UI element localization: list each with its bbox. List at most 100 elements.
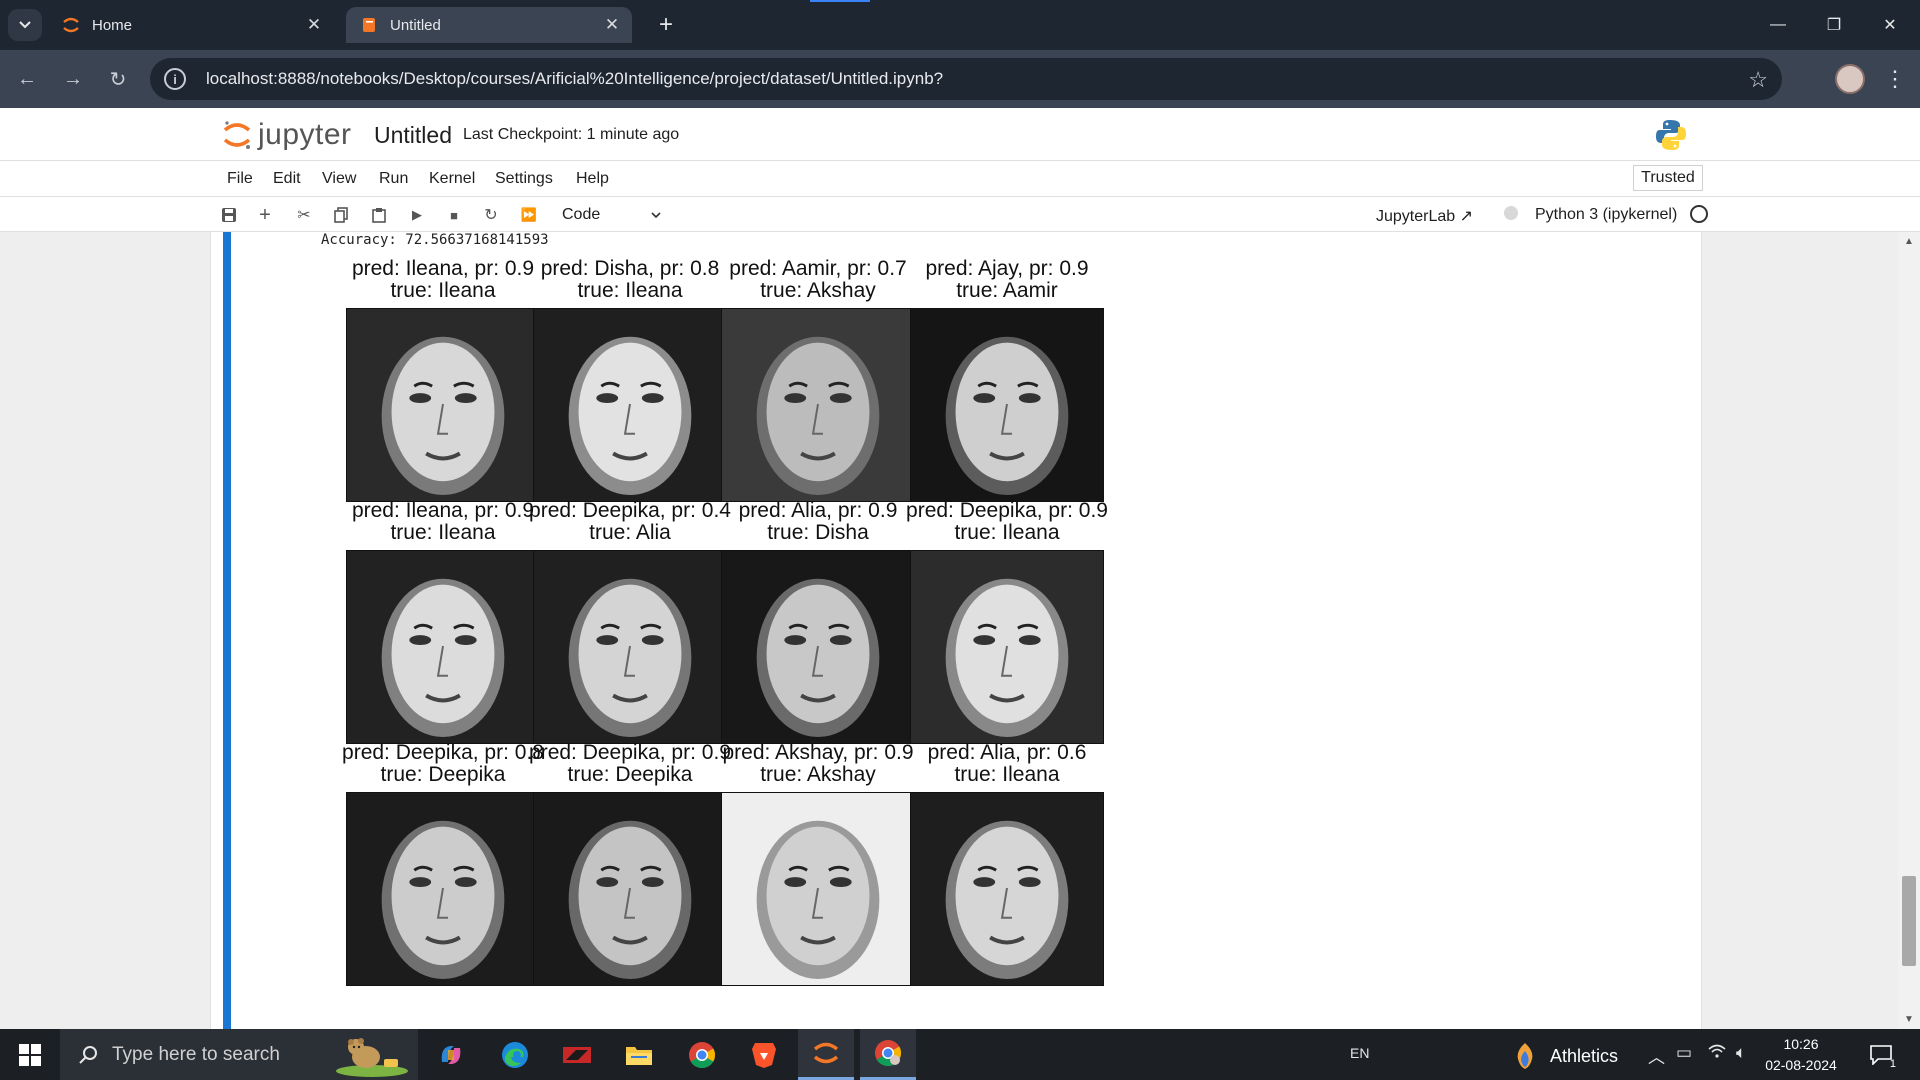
- forward-button[interactable]: →: [58, 64, 88, 94]
- close-icon[interactable]: ✕: [304, 15, 324, 35]
- close-window-button[interactable]: ✕: [1862, 0, 1918, 50]
- face-image: [533, 792, 727, 986]
- notebook-panel[interactable]: Accuracy: 72.56637168141593 pred: Ileana…: [0, 232, 1920, 1029]
- scrollbar-thumb[interactable]: [1902, 876, 1916, 966]
- jupyterlab-link-label: JupyterLab: [1376, 208, 1456, 225]
- language-indicator[interactable]: EN: [1350, 1045, 1369, 1061]
- face-image: [910, 550, 1104, 744]
- notebook-toolbar: + ✂ ▶ ■ ↻ ⏩ Code JupyterLab ↗ Python 3 (…: [0, 196, 1920, 232]
- menu-run[interactable]: Run: [379, 170, 408, 188]
- new-tab-button[interactable]: +: [652, 11, 680, 39]
- menu-edit[interactable]: Edit: [273, 170, 301, 188]
- face-image: [721, 550, 915, 744]
- face-image: [721, 792, 915, 986]
- back-button[interactable]: ←: [12, 64, 42, 94]
- stop-icon[interactable]: ■: [443, 204, 465, 226]
- page-scrollbar[interactable]: ▲ ▼: [1898, 232, 1920, 1029]
- media-app-icon[interactable]: [549, 1029, 605, 1080]
- active-cell-indicator[interactable]: [223, 232, 231, 1029]
- brave-app-icon[interactable]: [736, 1029, 792, 1080]
- prediction-title: pred: Alia, pr: 0.6 true: Ileana: [887, 742, 1127, 786]
- face-image: [910, 792, 1104, 986]
- search-highlight-illustration: [336, 1038, 408, 1077]
- cell-type-value: Code: [562, 206, 601, 223]
- scroll-up-icon[interactable]: ▲: [1904, 236, 1914, 247]
- restart-icon[interactable]: ↻: [480, 204, 502, 226]
- prediction-title: pred: Ajay, pr: 0.9 true: Aamir: [887, 258, 1127, 302]
- fast-forward-icon[interactable]: ⏩: [518, 204, 540, 226]
- taskbar-search[interactable]: Type here to search: [60, 1029, 418, 1080]
- notebook-favicon-icon: [360, 16, 378, 34]
- cell-type-select[interactable]: Code: [562, 203, 662, 227]
- tab-title: Home: [92, 16, 133, 34]
- pred-label: pred: Ajay, pr: 0.9: [925, 257, 1089, 280]
- trusted-indicator[interactable]: Trusted: [1633, 165, 1703, 191]
- accuracy-output: Accuracy: 72.56637168141593: [321, 232, 549, 248]
- volume-icon[interactable]: 🔈︎: [1736, 1043, 1746, 1063]
- chevron-down-icon: [651, 212, 661, 219]
- minimize-button[interactable]: —: [1750, 0, 1806, 50]
- reload-button[interactable]: ↻: [103, 64, 133, 94]
- kernel-name[interactable]: Python 3 (ipykernel): [1535, 206, 1677, 224]
- external-link-icon: ↗: [1459, 208, 1474, 225]
- notification-count: 1: [1889, 1058, 1896, 1070]
- jupyter-favicon-icon: [62, 16, 80, 34]
- run-icon[interactable]: ▶: [406, 204, 428, 226]
- weather-widget[interactable]: Athletics: [1512, 1041, 1618, 1071]
- jupyter-logo[interactable]: jupyter: [222, 118, 352, 152]
- bookmark-star-icon[interactable]: ☆: [1748, 67, 1768, 93]
- notebook-title[interactable]: Untitled: [374, 122, 452, 149]
- tab-home[interactable]: Home ✕: [48, 7, 334, 43]
- profile-avatar[interactable]: [1835, 64, 1865, 94]
- restore-button[interactable]: ❐: [1806, 0, 1862, 50]
- menu-settings[interactable]: Settings: [495, 170, 553, 188]
- site-info-icon[interactable]: i: [164, 68, 186, 90]
- checkpoint-status: Last Checkpoint: 1 minute ago: [463, 126, 680, 143]
- weather-label: Athletics: [1550, 1045, 1619, 1066]
- face-image: [346, 550, 540, 744]
- chrome-profile-taskbar-icon[interactable]: [860, 1029, 916, 1080]
- windows-start-button[interactable]: [10, 1041, 50, 1069]
- copy-icon[interactable]: [330, 204, 352, 226]
- athletics-icon: [1517, 1043, 1533, 1069]
- menu-view[interactable]: View: [322, 170, 356, 188]
- copilot-app-icon[interactable]: [423, 1029, 479, 1080]
- wifi-icon[interactable]: [1708, 1043, 1726, 1064]
- pred-label: pred: Deepika, pr: 0.9: [906, 499, 1108, 522]
- kernel-idle-indicator: [1690, 205, 1708, 223]
- windows-taskbar: Type here to search EN Athletics ︿ ▭ 🔈︎ …: [0, 1029, 1920, 1080]
- file-explorer-icon[interactable]: [611, 1029, 667, 1080]
- chrome-app-icon[interactable]: [674, 1029, 730, 1080]
- chevron-up-icon[interactable]: ︿: [1648, 1043, 1665, 1068]
- browser-toolbar: ← → ↻ i localhost:8888/notebooks/Desktop…: [0, 50, 1920, 108]
- cut-icon[interactable]: ✂: [293, 204, 315, 226]
- url-text: localhost:8888/notebooks/Desktop/courses…: [206, 69, 944, 88]
- face-image: [346, 308, 540, 502]
- notification-center-icon[interactable]: 1: [1866, 1040, 1896, 1070]
- menu-file[interactable]: File: [227, 170, 253, 188]
- tab-search-button[interactable]: [8, 9, 42, 41]
- face-image: [721, 308, 915, 502]
- browser-menu-icon[interactable]: ⋮: [1880, 64, 1910, 94]
- menu-help[interactable]: Help: [576, 170, 609, 188]
- add-cell-icon[interactable]: +: [254, 204, 276, 226]
- scroll-down-icon[interactable]: ▼: [1904, 1014, 1914, 1025]
- jupyter-header: jupyter Untitled Last Checkpoint: 1 minu…: [0, 108, 1920, 160]
- battery-icon[interactable]: ▭: [1676, 1043, 1692, 1063]
- true-label: true: Ileana: [954, 763, 1060, 786]
- system-clock[interactable]: 10:26 02-08-2024: [1765, 1034, 1837, 1076]
- jupyterlab-link[interactable]: JupyterLab ↗: [1376, 206, 1473, 226]
- jupyter-menubar: File Edit View Run Kernel Settings Help …: [0, 160, 1920, 196]
- menu-kernel[interactable]: Kernel: [429, 170, 475, 188]
- tab-untitled[interactable]: Untitled ✕: [346, 7, 632, 43]
- save-icon[interactable]: [218, 204, 240, 226]
- address-bar[interactable]: i localhost:8888/notebooks/Desktop/cours…: [150, 58, 1782, 100]
- paste-icon[interactable]: [368, 204, 390, 226]
- tab-accent-line: [810, 0, 870, 2]
- search-placeholder: Type here to search: [112, 1043, 280, 1065]
- edge-app-icon[interactable]: [487, 1029, 543, 1080]
- jupyter-taskbar-icon[interactable]: [798, 1029, 854, 1080]
- close-icon[interactable]: ✕: [602, 15, 622, 35]
- windows-logo-icon: [19, 1044, 41, 1066]
- settings-gear-icon[interactable]: [1504, 206, 1518, 220]
